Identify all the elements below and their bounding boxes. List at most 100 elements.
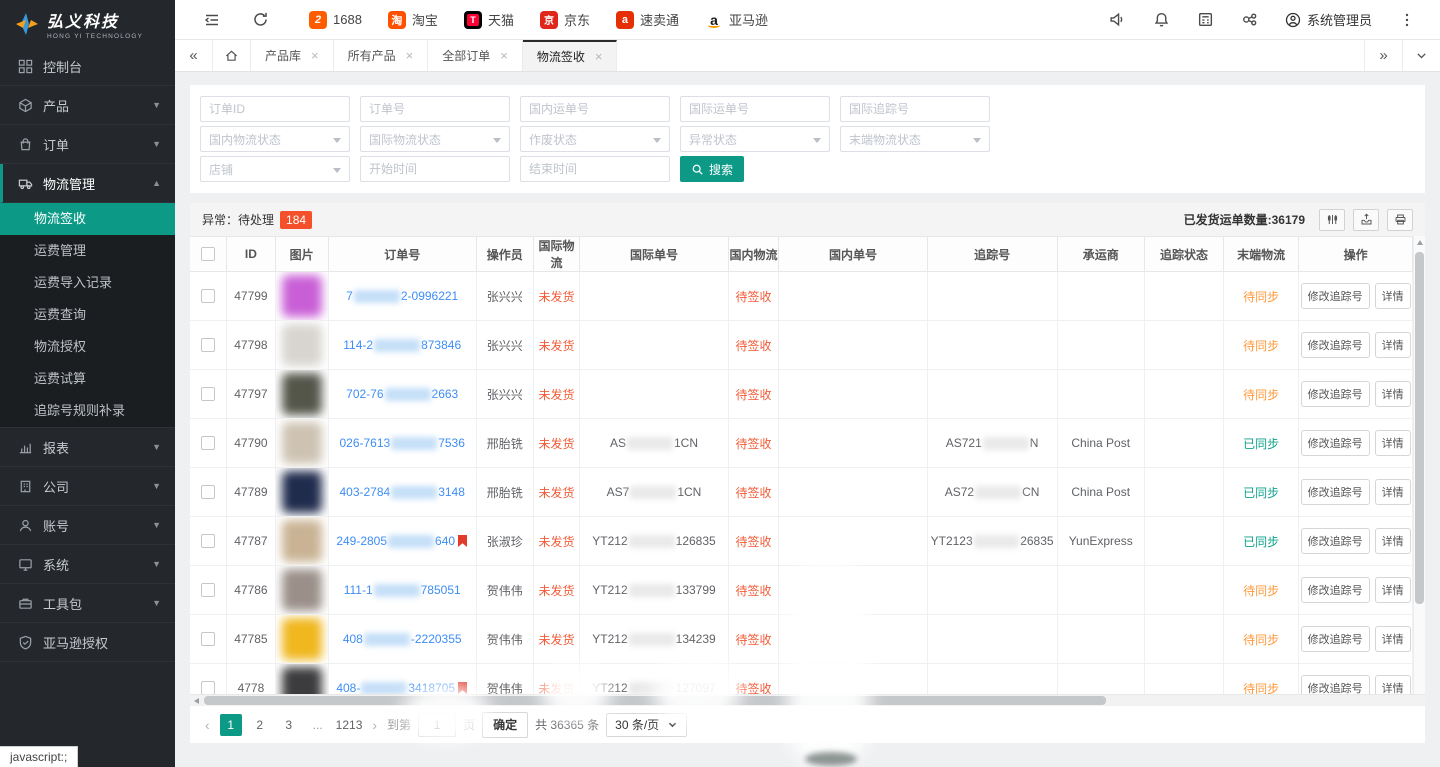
search-button[interactable]: 搜索 — [680, 156, 744, 182]
last-mile-status-select[interactable]: 末端物流状态 — [840, 126, 990, 152]
order-number-link[interactable]: 72-0996221 — [332, 289, 473, 303]
order-number-link[interactable]: 408-3418705 — [332, 681, 473, 694]
order-no-input[interactable] — [360, 96, 510, 122]
edit-tracking-button[interactable]: 修改追踪号 — [1301, 283, 1370, 309]
row-checkbox[interactable] — [201, 681, 215, 694]
void-status-select[interactable]: 作废状态 — [520, 126, 670, 152]
sidebar-item-amazon-auth[interactable]: 亚马逊授权 — [0, 623, 175, 662]
sidebar-item-toolkit[interactable]: 工具包 ▼ — [0, 584, 175, 623]
row-checkbox[interactable] — [201, 632, 215, 646]
jump-page-input[interactable] — [418, 713, 456, 737]
vertical-scrollbar[interactable] — [1413, 236, 1425, 694]
share-link-icon[interactable] — [1233, 11, 1267, 28]
tabs-collapse-left-icon[interactable]: « — [175, 40, 213, 71]
more-vertical-icon[interactable] — [1390, 12, 1424, 28]
sidebar-subitem-freight-import[interactable]: 运费导入记录 — [0, 267, 175, 299]
menu-fold-icon[interactable] — [195, 11, 229, 29]
detail-button[interactable]: 详情 — [1375, 675, 1411, 694]
detail-button[interactable]: 详情 — [1375, 283, 1411, 309]
intl-waybill-input[interactable] — [680, 96, 830, 122]
close-icon[interactable]: × — [595, 49, 603, 64]
vertical-scrollbar-thumb[interactable] — [1415, 252, 1424, 604]
notification-bell-icon[interactable] — [1145, 11, 1179, 28]
page-button-1[interactable]: 1 — [220, 714, 242, 736]
select-all-checkbox[interactable] — [201, 247, 215, 261]
detail-button[interactable]: 详情 — [1375, 528, 1411, 554]
edit-tracking-button[interactable]: 修改追踪号 — [1301, 332, 1370, 358]
tab-product-library[interactable]: 产品库× — [251, 40, 334, 71]
page-button-2[interactable]: 2 — [249, 714, 271, 736]
order-number-link[interactable]: 249-2805640 — [332, 534, 473, 548]
order-id-input[interactable] — [200, 96, 350, 122]
platform-link-jd[interactable]: 京 京东 — [540, 10, 590, 29]
detail-button[interactable]: 详情 — [1375, 577, 1411, 603]
sidebar-item-dashboard[interactable]: 控制台 — [0, 47, 175, 86]
sidebar-subitem-freight-trial[interactable]: 运费试算 — [0, 363, 175, 395]
row-checkbox[interactable] — [201, 436, 215, 450]
horizontal-scrollbar-thumb[interactable] — [204, 696, 1106, 705]
row-checkbox[interactable] — [201, 534, 215, 548]
close-icon[interactable]: × — [311, 48, 319, 63]
sidebar-subitem-tracking-rule[interactable]: 追踪号规则补录 — [0, 395, 175, 427]
sidebar-item-product[interactable]: 产品 ▼ — [0, 86, 175, 125]
sidebar-subitem-logistics-auth[interactable]: 物流授权 — [0, 331, 175, 363]
order-number-link[interactable]: 111-1785051 — [332, 583, 473, 597]
export-icon[interactable] — [1353, 209, 1379, 231]
row-checkbox[interactable] — [201, 583, 215, 597]
edit-tracking-button[interactable]: 修改追踪号 — [1301, 528, 1370, 554]
next-page-icon[interactable]: › — [369, 717, 380, 733]
detail-button[interactable]: 详情 — [1375, 479, 1411, 505]
platform-link-1688[interactable]: 2 1688 — [309, 11, 362, 29]
sidebar-subitem-freight-query[interactable]: 运费查询 — [0, 299, 175, 331]
pending-count-badge[interactable]: 184 — [280, 211, 312, 229]
page-button-1213[interactable]: 1213 — [336, 714, 363, 736]
order-number-link[interactable]: 114-2873846 — [332, 338, 473, 352]
edit-tracking-button[interactable]: 修改追踪号 — [1301, 577, 1370, 603]
detail-button[interactable]: 详情 — [1375, 332, 1411, 358]
refresh-icon[interactable] — [243, 11, 277, 28]
edit-tracking-button[interactable]: 修改追踪号 — [1301, 430, 1370, 456]
announcement-icon[interactable] — [1101, 11, 1135, 28]
scroll-up-icon[interactable] — [1417, 240, 1423, 245]
edit-tracking-button[interactable]: 修改追踪号 — [1301, 479, 1370, 505]
tabs-scroll-right-icon[interactable]: » — [1364, 40, 1402, 71]
intl-logistics-status-select[interactable]: 国际物流状态 — [360, 126, 510, 152]
edit-tracking-button[interactable]: 修改追踪号 — [1301, 381, 1370, 407]
page-size-select[interactable]: 30 条/页 — [606, 713, 687, 737]
sidebar-item-system[interactable]: 系统 ▼ — [0, 545, 175, 584]
page-button-3[interactable]: 3 — [278, 714, 300, 736]
row-checkbox[interactable] — [201, 289, 215, 303]
sidebar-item-logistics[interactable]: 物流管理 ▲ — [0, 164, 175, 203]
domestic-waybill-input[interactable] — [520, 96, 670, 122]
sidebar-item-account[interactable]: 账号 ▼ — [0, 506, 175, 545]
order-number-link[interactable]: 702-762663 — [332, 387, 473, 401]
prev-page-icon[interactable]: ‹ — [202, 717, 213, 733]
exception-status-select[interactable]: 异常状态 — [680, 126, 830, 152]
end-time-input[interactable] — [520, 156, 670, 182]
home-tab[interactable] — [213, 40, 251, 71]
order-number-link[interactable]: 026-76137536 — [332, 436, 473, 450]
row-checkbox[interactable] — [201, 338, 215, 352]
columns-filter-icon[interactable] — [1319, 209, 1345, 231]
billing-panel-icon[interactable] — [1189, 11, 1223, 28]
row-checkbox[interactable] — [201, 485, 215, 499]
sidebar-item-report[interactable]: 报表 ▼ — [0, 428, 175, 467]
tabs-menu-icon[interactable] — [1402, 40, 1440, 71]
tab-all-products[interactable]: 所有产品× — [334, 40, 429, 71]
close-icon[interactable]: × — [406, 48, 414, 63]
tab-all-orders[interactable]: 全部订单× — [428, 40, 523, 71]
order-number-link[interactable]: 408-2220355 — [332, 632, 473, 646]
platform-link-aliexpress[interactable]: a 速卖通 — [616, 10, 679, 29]
horizontal-scrollbar[interactable] — [190, 694, 1425, 706]
platform-link-taobao[interactable]: 淘 淘宝 — [388, 10, 438, 29]
order-number-link[interactable]: 403-27843148 — [332, 485, 473, 499]
detail-button[interactable]: 详情 — [1375, 381, 1411, 407]
shop-select[interactable]: 店铺 — [200, 156, 350, 182]
edit-tracking-button[interactable]: 修改追踪号 — [1301, 675, 1370, 694]
intl-tracking-input[interactable] — [840, 96, 990, 122]
domestic-logistics-status-select[interactable]: 国内物流状态 — [200, 126, 350, 152]
sidebar-item-company[interactable]: 公司 ▼ — [0, 467, 175, 506]
scroll-left-icon[interactable] — [194, 698, 199, 704]
tab-logistics-sign[interactable]: 物流签收× — [523, 40, 618, 71]
sidebar-item-order[interactable]: 订单 ▼ — [0, 125, 175, 164]
